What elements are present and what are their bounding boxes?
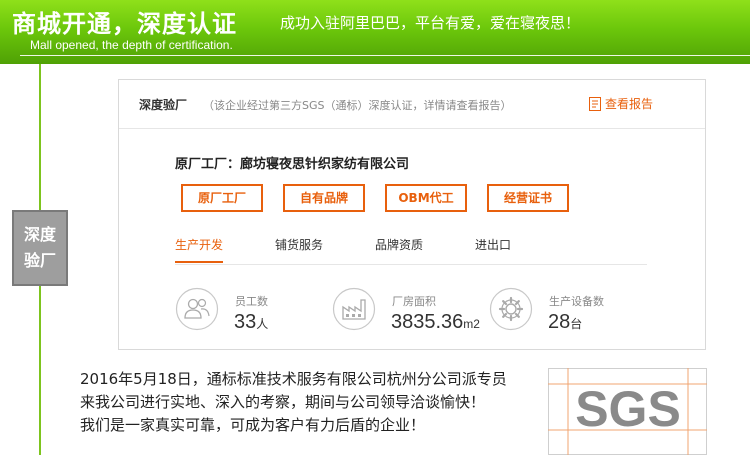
factory-info: 原厂工厂：廊坊寝夜思针织家纺有限公司 (175, 153, 409, 172)
sgs-logo-text: SGS (575, 381, 681, 437)
stat-number: 28 (548, 311, 571, 333)
stat-value: 28台 (548, 311, 582, 334)
banner-divider (20, 55, 750, 56)
employees-icon (175, 287, 219, 331)
stat-label: 厂房面积 (392, 295, 436, 308)
card-header: 深度验厂 （该企业经过第三方SGS（通标）深度认证，详情请查看报告） 查看报告 (119, 80, 705, 129)
side-badge-line2: 验厂 (23, 251, 56, 270)
description-line: 2016年5月18日，通标标准技术服务有限公司杭州分公司派专员 (80, 370, 507, 388)
stat-value: 33人 (234, 311, 268, 334)
factory-label: 原厂工厂： (175, 157, 241, 172)
side-badge: 深度 验厂 (12, 210, 68, 286)
obm-button[interactable]: OBM代工 (385, 184, 467, 212)
stat-unit: m2 (463, 317, 480, 331)
header-banner: 商城开通，深度认证 成功入驻阿里巴巴，平台有爱，爱在寝夜思！ Mall open… (0, 0, 750, 64)
stat-label: 员工数 (235, 295, 268, 308)
active-tab-indicator (175, 261, 223, 263)
banner-slogan: 成功入驻阿里巴巴，平台有爱，爱在寝夜思！ (280, 14, 581, 32)
info-tabs: 生产开发 铺货服务 品牌资质 进出口 (175, 234, 647, 265)
description-line: 来我公司进行实地、深入的考察，期间与公司领导洽谈愉快！ (80, 393, 486, 411)
report-icon (589, 96, 601, 111)
banner-subtitle: Mall opened, the depth of certification. (30, 38, 233, 52)
equipment-icon (489, 287, 533, 331)
stat-label: 生产设备数 (549, 295, 604, 308)
sgs-logo: SGS (548, 368, 707, 455)
card-note: （该企业经过第三方SGS（通标）深度认证，详情请查看报告） (203, 99, 512, 112)
tab-import-export[interactable]: 进出口 (475, 236, 511, 253)
stat-unit: 台 (570, 317, 583, 331)
stat-unit: 人 (256, 317, 269, 331)
tab-production[interactable]: 生产开发 (175, 236, 223, 253)
view-report-link[interactable]: 查看报告 (589, 95, 653, 112)
business-license-button[interactable]: 经营证书 (487, 184, 569, 212)
description-line: 我们是一家真实可靠，可成为客户有力后盾的企业！ (80, 416, 426, 434)
card-title: 深度验厂 (139, 98, 188, 112)
stat-number: 33 (234, 311, 257, 333)
stat-value: 3835.36m2 (391, 311, 480, 334)
banner-title: 商城开通，深度认证 (12, 10, 237, 38)
verification-description: 2016年5月18日，通标标准技术服务有限公司杭州分公司派专员 来我公司进行实地… (80, 368, 550, 437)
original-factory-button[interactable]: 原厂工厂 (181, 184, 263, 212)
factory-name: 廊坊寝夜思针织家纺有限公司 (240, 157, 410, 172)
stat-number: 3835.36 (391, 311, 464, 333)
view-report-label: 查看报告 (605, 97, 654, 111)
own-brand-button[interactable]: 自有品牌 (283, 184, 365, 212)
tab-distribution[interactable]: 铺货服务 (275, 236, 323, 253)
tab-brand-qualification[interactable]: 品牌资质 (375, 236, 423, 253)
side-badge-line1: 深度 (23, 225, 56, 244)
factory-icon (332, 287, 376, 331)
cert-button-row: 原厂工厂 自有品牌 OBM代工 经营证书 (181, 184, 569, 212)
verification-card: 深度验厂 （该企业经过第三方SGS（通标）深度认证，详情请查看报告） 查看报告 … (118, 79, 706, 350)
